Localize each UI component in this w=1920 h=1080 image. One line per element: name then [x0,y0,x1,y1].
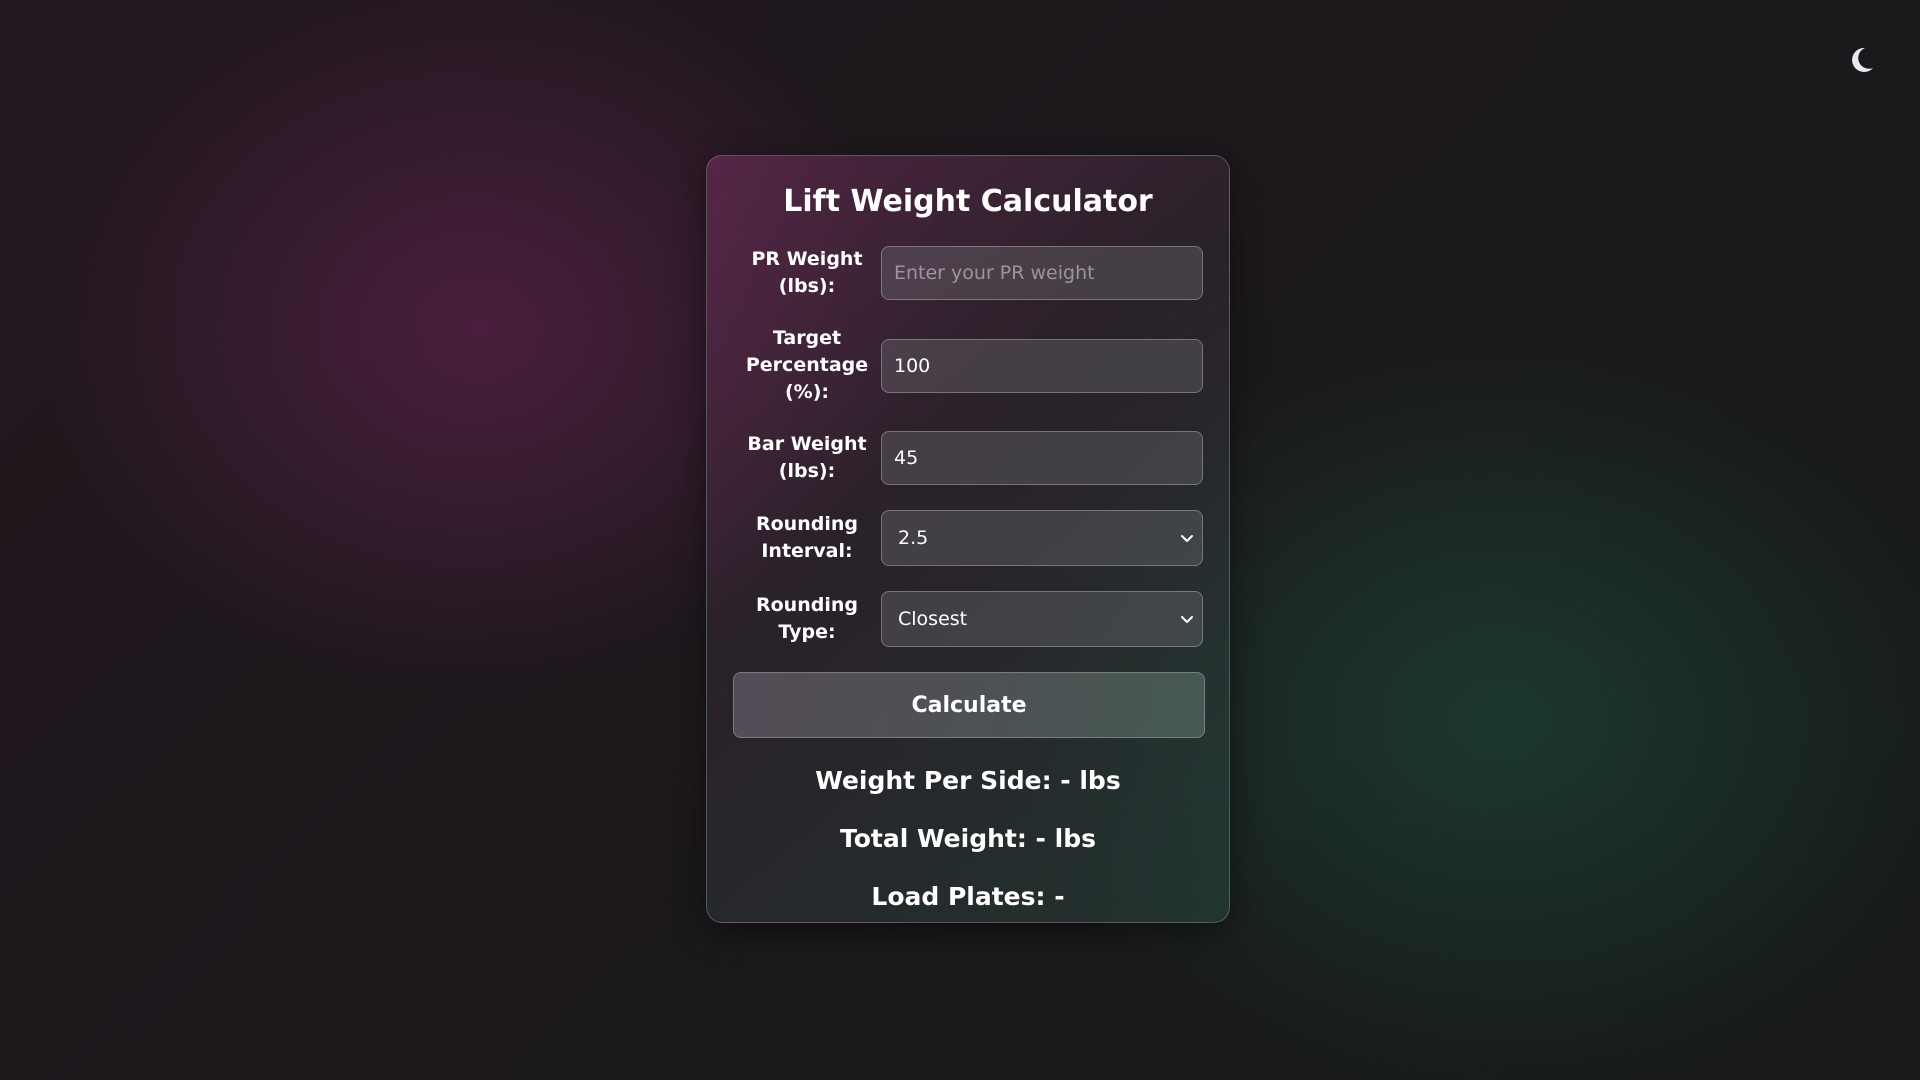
rounding-type-select[interactable]: Closest [881,591,1203,647]
rounding-interval-row: Rounding Interval: 2.5 [733,510,1203,566]
rounding-interval-label: Rounding Interval: [756,513,858,562]
pr-weight-input[interactable] [881,246,1203,300]
target-percentage-input[interactable] [881,338,1203,393]
weight-per-side-result: Weight Per Side: - lbs [815,766,1121,795]
rounding-type-row: Rounding Type: Closest [733,591,1203,647]
page-title: Lift Weight Calculator [783,184,1153,219]
target-percentage-row: Target Percentage (%): [733,325,1203,406]
rounding-interval-select[interactable]: 2.5 [881,510,1203,566]
pr-weight-row: PR Weight (lbs): [733,246,1203,300]
bar-weight-row: Bar Weight (lbs): [733,431,1203,485]
moon-icon [1852,47,1873,72]
load-plates-result: Load Plates: - [871,882,1065,911]
calculate-button[interactable]: Calculate [733,672,1205,738]
calculator-card: Lift Weight Calculator PR Weight (lbs): … [706,155,1230,923]
rounding-type-label: Rounding Type: [756,594,858,643]
chevron-down-icon [1181,616,1193,623]
rounding-type-value: Closest [881,591,1203,647]
bar-weight-input[interactable] [881,431,1203,485]
total-weight-result: Total Weight: - lbs [840,824,1096,853]
pr-weight-label: PR Weight (lbs): [751,248,863,297]
rounding-interval-value: 2.5 [881,510,1203,566]
theme-toggle-button[interactable] [1842,40,1882,80]
chevron-down-icon [1181,535,1193,542]
bar-weight-label: Bar Weight (lbs): [747,433,867,482]
target-percentage-label: Target Percentage (%): [745,327,869,403]
